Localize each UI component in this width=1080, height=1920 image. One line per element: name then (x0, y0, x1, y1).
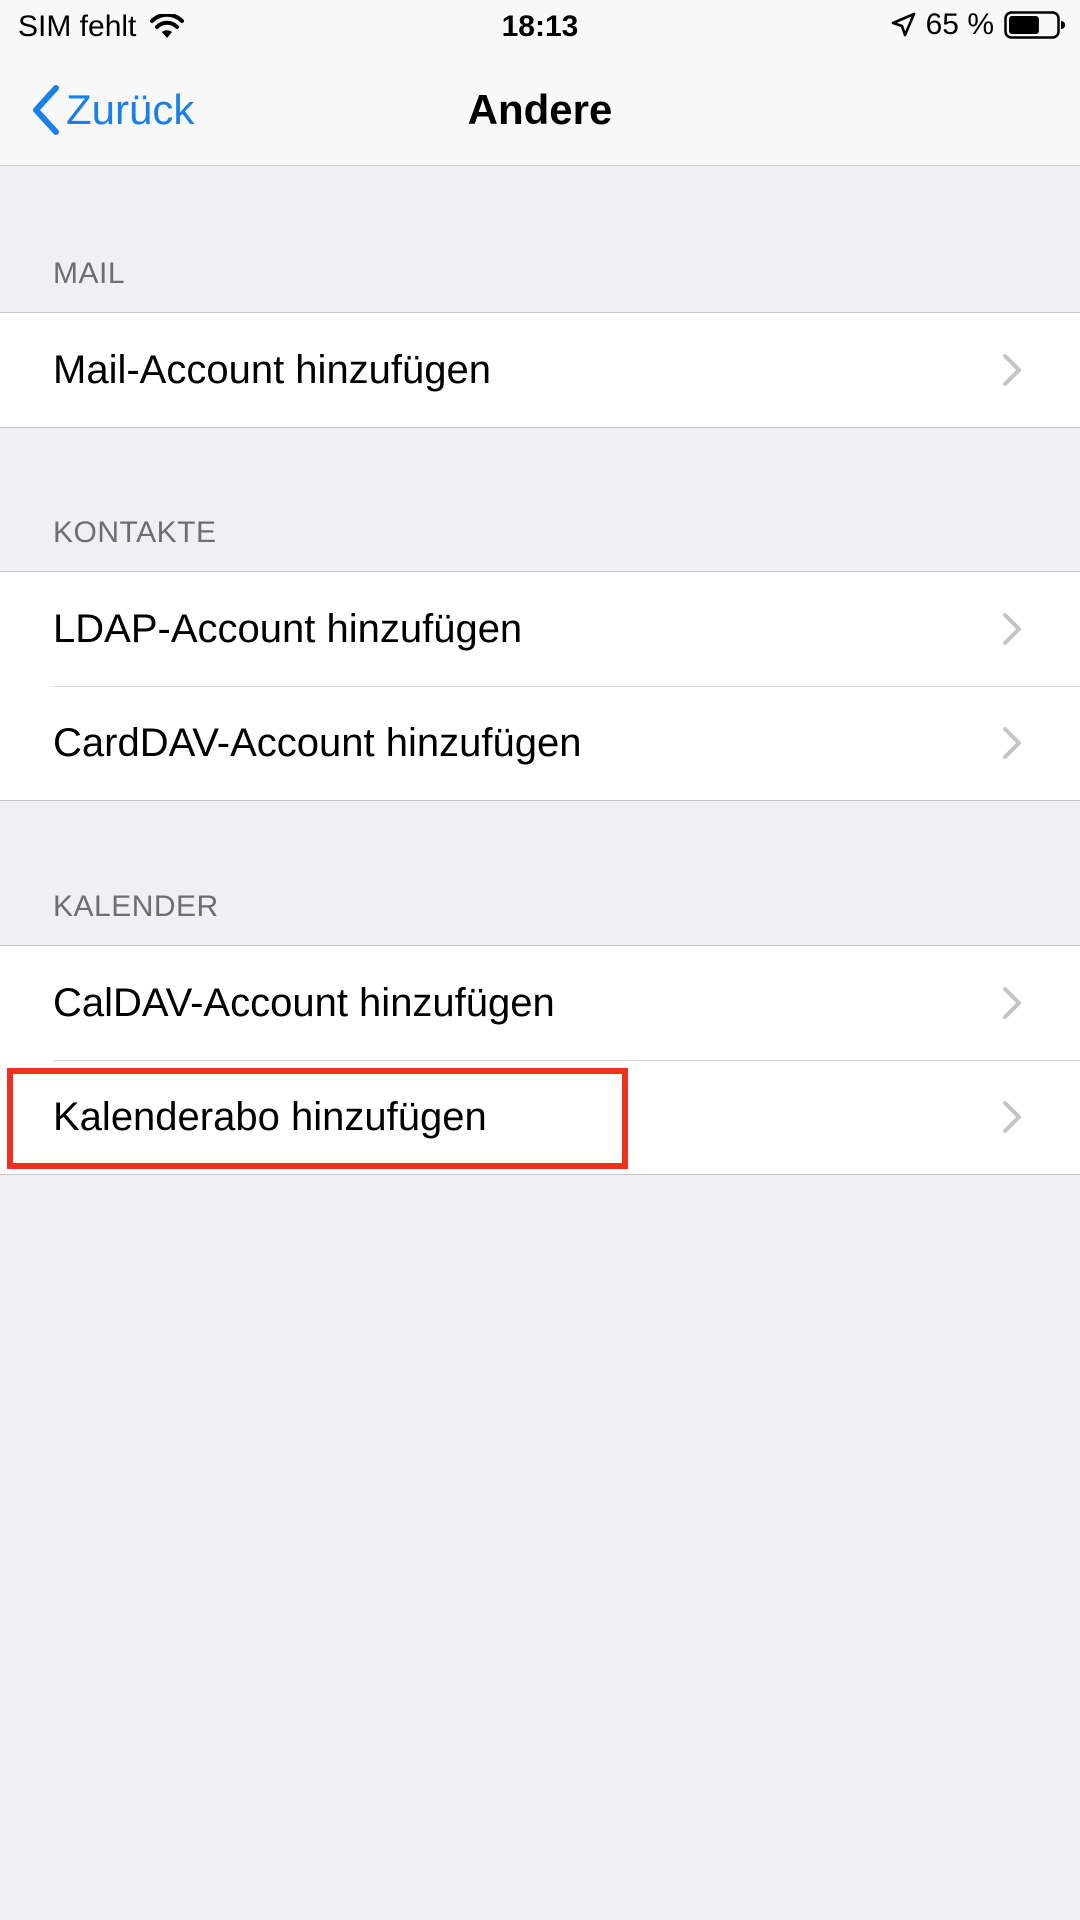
section-header-contacts: KONTAKTE (53, 516, 217, 549)
battery-icon (1004, 11, 1065, 39)
group-calendar: CalDAV-Account hinzufügen Kalenderabo hi… (0, 945, 1080, 1175)
location-arrow-icon (891, 12, 915, 37)
group-contacts: LDAP-Account hinzufügen CardDAV-Account … (0, 571, 1080, 801)
status-right: 65 % (890, 8, 1066, 42)
section-header-mail: MAIL (53, 257, 126, 290)
back-label: Zurück (66, 86, 195, 133)
status-left: SIM fehlt (18, 10, 185, 44)
list-item-mail-account[interactable]: Mail-Account hinzufügen (0, 313, 1080, 427)
chevron-right-icon (1003, 613, 1021, 645)
chevron-left-icon (33, 85, 59, 135)
list-item-caldav-account[interactable]: CalDAV-Account hinzufügen (0, 946, 1080, 1060)
chevron-right-icon (1003, 987, 1021, 1019)
carrier-label: SIM fehlt (18, 10, 137, 43)
list-item-carddav-account[interactable]: CardDAV-Account hinzufügen (0, 686, 1080, 800)
row-label: CalDAV-Account hinzufügen (53, 980, 555, 1025)
list-item-ldap-account[interactable]: LDAP-Account hinzufügen (0, 572, 1080, 686)
row-label: Kalenderabo hinzufügen (53, 1094, 487, 1139)
chevron-right-icon (1003, 1101, 1021, 1133)
row-label: CardDAV-Account hinzufügen (53, 720, 582, 765)
section-header-calendar: KALENDER (53, 890, 219, 923)
chevron-right-icon (1003, 354, 1021, 386)
wifi-icon (150, 14, 185, 38)
group-mail: Mail-Account hinzufügen (0, 312, 1080, 428)
chevron-right-icon (1003, 727, 1021, 759)
navigation-bar: Zurück Andere (0, 56, 1080, 166)
back-button[interactable]: Zurück (30, 80, 194, 140)
battery-percent: 65 % (925, 8, 994, 41)
list-item-calendar-subscription[interactable]: Kalenderabo hinzufügen (0, 1060, 1080, 1174)
row-label: Mail-Account hinzufügen (53, 347, 492, 392)
row-label: LDAP-Account hinzufügen (53, 606, 523, 651)
status-bar: SIM fehlt 18:13 65 % (0, 0, 1080, 56)
